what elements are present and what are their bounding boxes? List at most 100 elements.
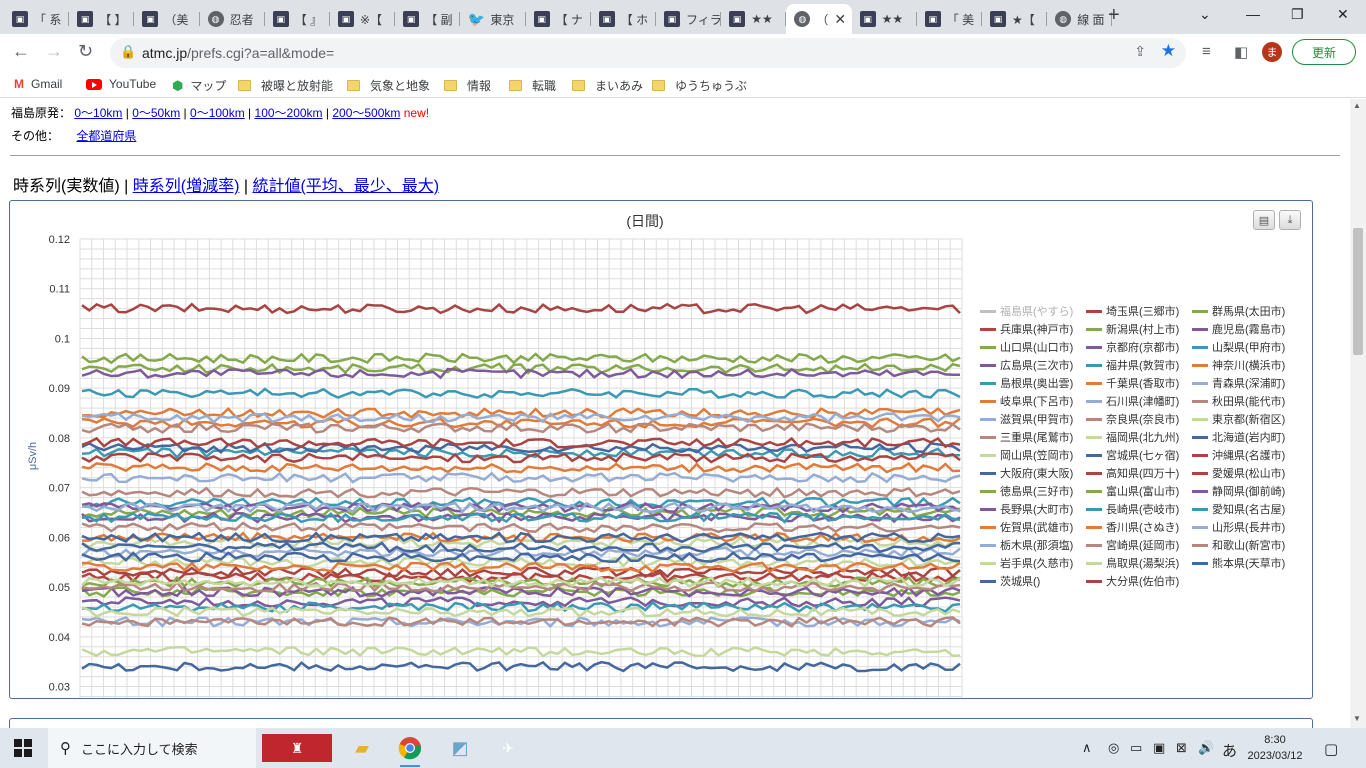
browser-tab[interactable]: ◍ （ ✕ — [786, 4, 852, 34]
taskbar-search-box[interactable]: ⚲ ここに入力して検索 — [48, 728, 256, 768]
legend-item[interactable]: 福島県(やすら) — [980, 303, 1073, 319]
network-icon[interactable]: ⊠ — [1176, 740, 1187, 756]
legend-item[interactable]: 香川県(さぬき) — [1086, 519, 1179, 535]
bookmark-folder[interactable]: 気象と地象 — [347, 77, 430, 94]
legend-item[interactable]: 富山県(富山市) — [1086, 483, 1179, 499]
legend-item[interactable]: 滋賀県(甲賀市) — [980, 411, 1073, 427]
tab-search-icon[interactable]: ⌄ — [1199, 6, 1211, 23]
battery-icon[interactable]: ▭ — [1130, 740, 1142, 756]
browser-tab[interactable]: ▣ ※【 — [330, 4, 396, 34]
legend-item[interactable]: 栃木県(那須塩) — [980, 537, 1073, 553]
legend-item[interactable]: 鳥取県(湯梨浜) — [1086, 555, 1179, 571]
page-scrollbar[interactable]: ▲ ▼ — [1350, 99, 1366, 728]
profile-avatar[interactable]: ま — [1262, 42, 1282, 62]
side-panel-icon[interactable]: ◧ — [1234, 43, 1248, 61]
legend-item[interactable]: 千葉県(香取市) — [1086, 375, 1179, 391]
url-text[interactable]: atmc.jp/prefs.cgi?a=all&mode= — [142, 45, 334, 61]
legend-item[interactable]: 島根県(奥出雲) — [980, 375, 1073, 391]
legend-item[interactable]: 岐阜県(下呂市) — [980, 393, 1073, 409]
piano-theme-icon[interactable]: ♜ — [262, 734, 332, 762]
legend-item[interactable]: 東京都(新宿区) — [1192, 411, 1285, 427]
link-0-10km[interactable]: 0～10km — [74, 106, 122, 120]
legend-item[interactable]: 宮崎県(延岡市) — [1086, 537, 1179, 553]
legend-item[interactable]: 長崎県(壱岐市) — [1086, 501, 1179, 517]
airplane-app-icon[interactable]: ✈ — [494, 734, 522, 762]
share-icon[interactable]: ⇪ — [1134, 43, 1146, 60]
legend-item[interactable]: 大阪府(東大阪) — [980, 465, 1073, 481]
browser-tab[interactable]: ▣ 「 美 — [917, 4, 982, 34]
browser-tab[interactable]: ◍ 線 面 — [1047, 4, 1113, 34]
close-window-button[interactable]: ✕ — [1337, 6, 1349, 23]
legend-item[interactable]: 茨城県() — [980, 573, 1040, 589]
legend-item[interactable]: 埼玉県(三郷市) — [1086, 303, 1179, 319]
link-0-100km[interactable]: 0～100km — [190, 106, 245, 120]
bookmark-star-icon[interactable]: ★ — [1161, 41, 1176, 61]
legend-item[interactable]: 兵庫県(神戸市) — [980, 321, 1073, 337]
legend-item[interactable]: 新潟県(村上市) — [1086, 321, 1179, 337]
volume-icon[interactable]: 🔊 — [1198, 740, 1214, 756]
legend-item[interactable]: 佐賀県(武雄市) — [980, 519, 1073, 535]
scrollbar-thumb[interactable] — [1353, 228, 1363, 355]
link-200-500km[interactable]: 200～500km — [332, 106, 400, 120]
reload-button[interactable]: ↻ — [78, 41, 93, 62]
browser-tab[interactable]: ▣ （美 — [134, 4, 200, 34]
legend-item[interactable]: 鹿児島(霧島市) — [1192, 321, 1285, 337]
legend-item[interactable]: 和歌山(新宮市) — [1192, 537, 1285, 553]
link-100-200km[interactable]: 100～200km — [255, 106, 323, 120]
legend-item[interactable]: 愛知県(名古屋) — [1192, 501, 1285, 517]
ime-indicator[interactable]: あ — [1222, 740, 1237, 761]
browser-tab[interactable]: ▣ 【 ナ — [526, 4, 591, 34]
notification-icon[interactable]: ▢ — [1324, 740, 1338, 758]
legend-item[interactable]: 福岡県(北九州) — [1086, 429, 1179, 445]
legend-item[interactable]: 徳島県(三好市) — [980, 483, 1073, 499]
tab-statistics[interactable]: 統計値(平均、最少、最大) — [252, 178, 439, 195]
legend-item[interactable]: 三重県(尾鷲市) — [980, 429, 1073, 445]
reading-list-icon[interactable]: ≡ — [1202, 43, 1211, 60]
legend-item[interactable]: 群馬県(太田市) — [1192, 303, 1285, 319]
legend-item[interactable]: 高知県(四万十) — [1086, 465, 1179, 481]
legend-item[interactable]: 秋田県(能代市) — [1192, 393, 1285, 409]
webcam-icon[interactable]: ◎ — [1108, 740, 1119, 756]
link-0-50km[interactable]: 0～50km — [132, 106, 180, 120]
windows-start-icon[interactable] — [14, 739, 32, 757]
close-tab-icon[interactable]: ✕ — [834, 11, 846, 28]
legend-item[interactable]: 山形県(長井市) — [1192, 519, 1285, 535]
scroll-down-arrow[interactable]: ▼ — [1353, 714, 1361, 723]
legend-item[interactable]: 山梨県(甲府市) — [1192, 339, 1285, 355]
new-tab-button[interactable]: + — [1108, 4, 1120, 27]
legend-item[interactable]: 静岡県(御前崎) — [1192, 483, 1285, 499]
file-explorer-icon[interactable]: ▰ — [348, 734, 376, 762]
bookmark-folder[interactable]: 被曝と放射能 — [238, 77, 333, 94]
browser-tab[interactable]: ▣ 【 副 — [395, 4, 461, 34]
legend-item[interactable]: 岡山県(笠岡市) — [980, 447, 1073, 463]
legend-item[interactable]: 京都府(京都市) — [1086, 339, 1179, 355]
legend-item[interactable]: 愛媛県(松山市) — [1192, 465, 1285, 481]
browser-tab[interactable]: ▣ 【 ホ — [591, 4, 656, 34]
display-icon[interactable]: ▣ — [1153, 740, 1165, 756]
scroll-up-arrow[interactable]: ▲ — [1353, 101, 1361, 110]
browser-tab[interactable]: ▣ 【 』 — [265, 4, 330, 34]
maximize-button[interactable]: ❐ — [1291, 6, 1304, 23]
bookmark-folder[interactable]: 情報 — [444, 77, 491, 94]
bookmark-folder[interactable]: 転職 — [509, 77, 556, 94]
browser-tab[interactable]: ▣ 【 】 — [69, 4, 135, 34]
legend-item[interactable]: 宮城県(七ヶ宿) — [1086, 447, 1179, 463]
legend-item[interactable]: 山口県(山口市) — [980, 339, 1073, 355]
browser-tab[interactable]: ▣ ★【 — [982, 4, 1048, 34]
legend-item[interactable]: 奈良県(奈良市) — [1086, 411, 1179, 427]
legend-item[interactable]: 岩手県(久慈市) — [980, 555, 1073, 571]
browser-tab[interactable]: ▣ ★★ — [852, 4, 917, 34]
legend-item[interactable]: 熊本県(天草市) — [1192, 555, 1285, 571]
legend-item[interactable]: 大分県(佐伯市) — [1086, 573, 1179, 589]
browser-tab[interactable]: ▣ フィラ — [656, 4, 722, 34]
legend-item[interactable]: 青森県(深浦町) — [1192, 375, 1285, 391]
legend-item[interactable]: 福井県(敦賀市) — [1086, 357, 1179, 373]
bookmark-maps[interactable]: ⬢ マップ — [172, 77, 226, 94]
legend-item[interactable]: 北海道(岩内町) — [1192, 429, 1285, 445]
browser-tab[interactable]: ▣ 「 系 — [4, 4, 70, 34]
back-button[interactable]: ← — [12, 41, 30, 62]
browser-tab[interactable]: 🐦 東京 — [460, 4, 526, 34]
minimize-button[interactable]: — — [1246, 6, 1260, 22]
notes-app-icon[interactable]: ◩ — [446, 734, 474, 762]
bookmark-folder[interactable]: まいあみ — [572, 77, 643, 94]
